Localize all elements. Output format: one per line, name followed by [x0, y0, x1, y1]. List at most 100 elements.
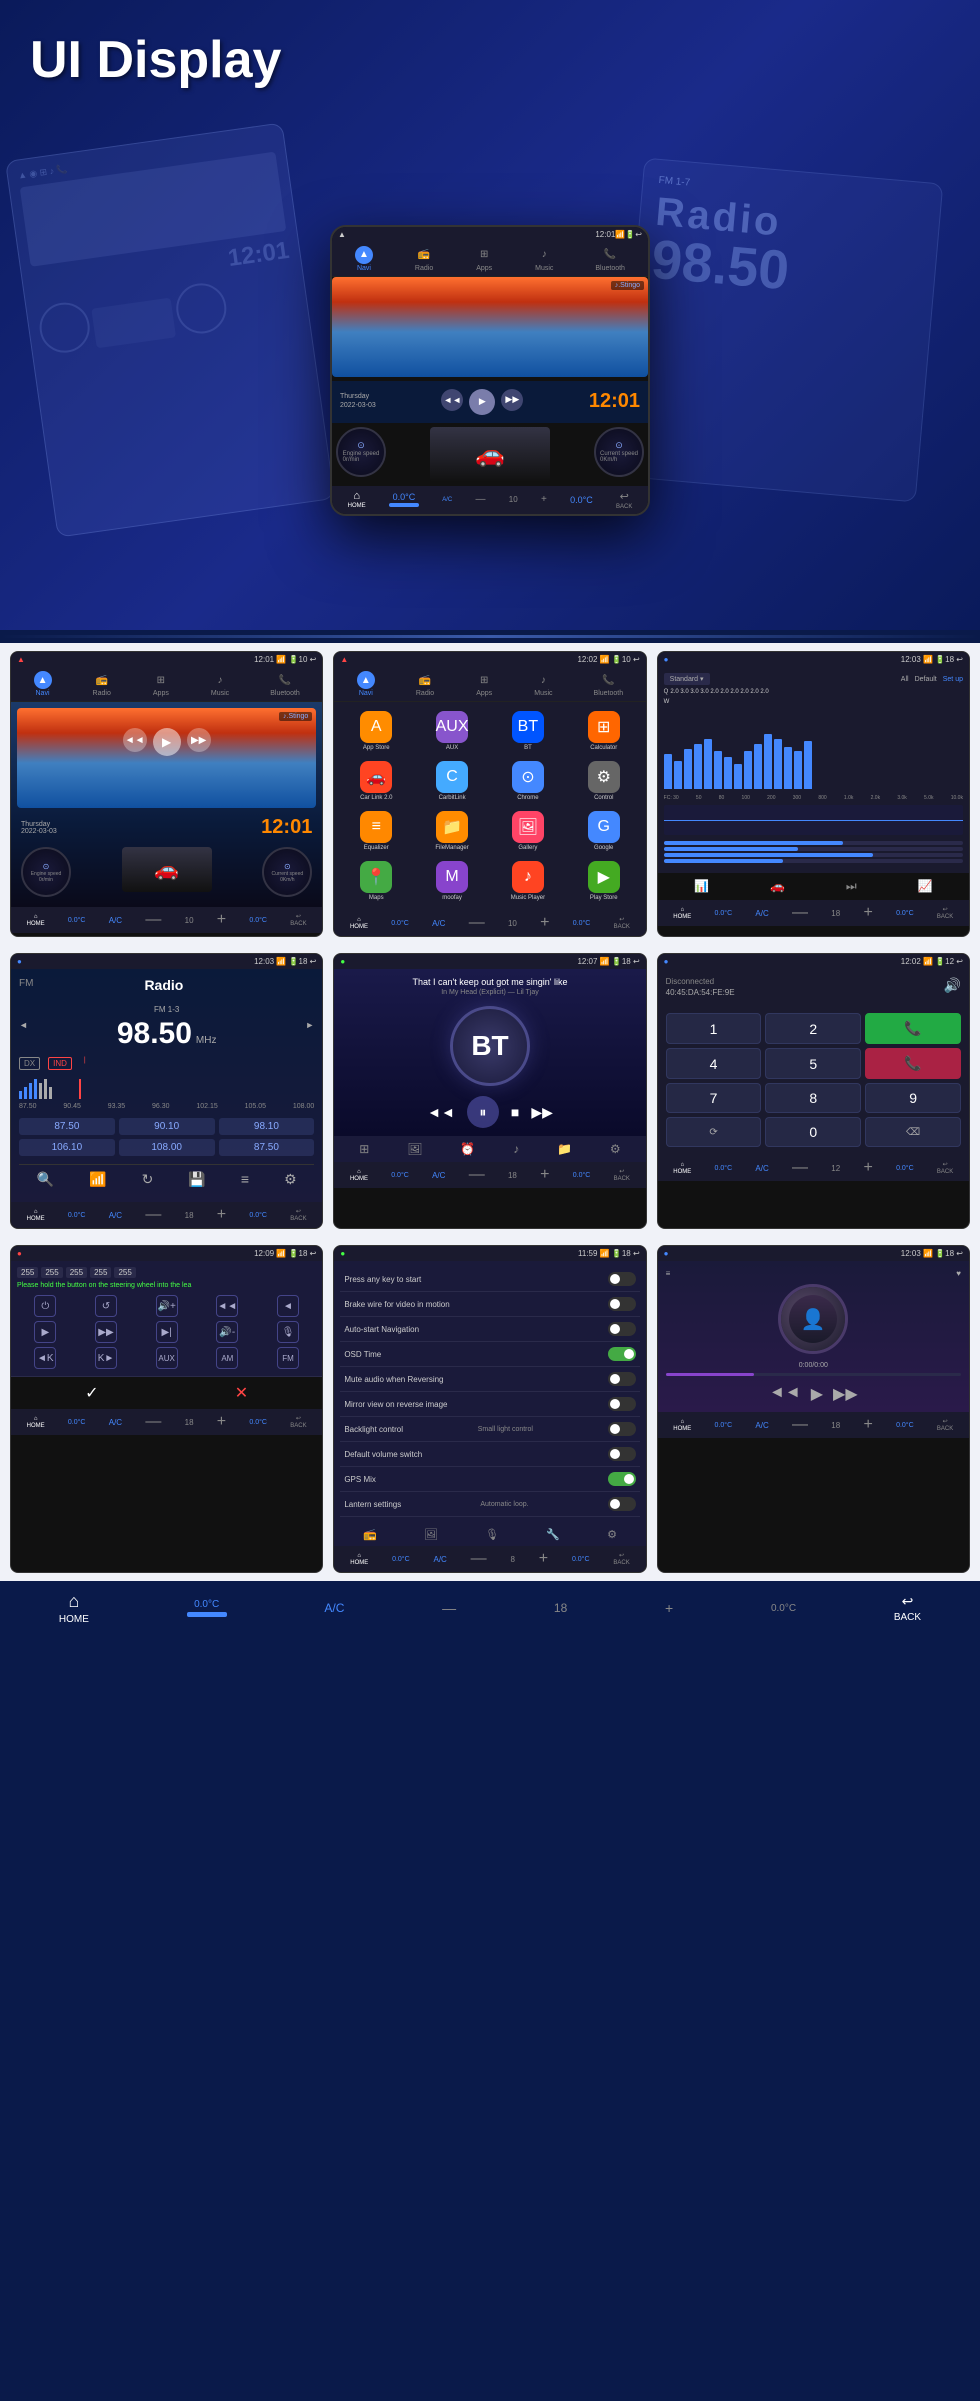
s3-minus[interactable]: —	[792, 904, 808, 922]
s1-next[interactable]: ▶▶	[187, 728, 211, 752]
steer-x[interactable]: ✕	[235, 1383, 248, 1403]
s9-bottom-back[interactable]: ↩ BACK	[937, 1418, 953, 1432]
s2-nav-music[interactable]: ♪ Music	[534, 671, 552, 697]
save-icon[interactable]: 💾	[188, 1171, 205, 1188]
s3-bottom-home[interactable]: ⌂ HOME	[673, 907, 691, 920]
app-filemanager[interactable]: 📁 FileManager	[416, 808, 488, 854]
s6-minus[interactable]: —	[792, 1159, 808, 1177]
toggle-osd[interactable]	[608, 1347, 636, 1361]
s6-bottom-back[interactable]: ↩ BACK	[937, 1161, 953, 1175]
app-google[interactable]: G Google	[568, 808, 640, 854]
s7-bottom-home[interactable]: ⌂ HOME	[27, 1416, 45, 1429]
key-call[interactable]: 📞	[865, 1013, 961, 1044]
s2-bottom-back[interactable]: ↩ BACK	[614, 916, 630, 930]
app-carbitlink[interactable]: C CarbitLink	[416, 758, 488, 804]
steer-fm[interactable]: FM	[260, 1347, 317, 1370]
footer-home[interactable]: ⌂ HOME	[59, 1591, 89, 1625]
bt-play-btn[interactable]: ⏸	[467, 1096, 499, 1128]
s1-play[interactable]: ▶	[153, 728, 181, 756]
s8-icon3[interactable]: 🎙	[485, 1528, 499, 1541]
freq-3[interactable]: 98.10	[219, 1118, 315, 1135]
footer-minus[interactable]: —	[442, 1600, 456, 1616]
s1-bottom-home[interactable]: ⌂ HOME	[27, 914, 45, 927]
s8-icon1[interactable]: 📻	[363, 1528, 377, 1541]
s3-plus[interactable]: +	[863, 904, 872, 922]
s4-prev-btn[interactable]: ◄	[19, 1020, 28, 1030]
bottom-minus[interactable]: —	[476, 494, 486, 505]
steer-refresh[interactable]: ↺	[78, 1295, 135, 1317]
s1-nav-radio[interactable]: 📻 Radio	[93, 671, 111, 697]
s2-nav-bt[interactable]: 📞 Bluetooth	[594, 671, 624, 697]
s8-icon4[interactable]: 🔧	[546, 1528, 560, 1541]
freq-1[interactable]: 87.50	[19, 1118, 115, 1135]
bottom-back[interactable]: ↩ BACK	[616, 490, 632, 510]
toggle-brake[interactable]	[608, 1297, 636, 1311]
steer-aux[interactable]: AUX	[138, 1347, 195, 1370]
key-4[interactable]: 4	[666, 1048, 762, 1079]
footer-back[interactable]: ↩ BACK	[894, 1593, 921, 1623]
steer-check[interactable]: ✓	[85, 1383, 98, 1403]
eq-icon-wave[interactable]: 📊	[694, 879, 709, 894]
app-control[interactable]: ⚙ Control	[568, 758, 640, 804]
s4-dx[interactable]: DX	[19, 1057, 40, 1070]
s8-minus[interactable]: —	[471, 1550, 487, 1568]
freq-2[interactable]: 90.10	[119, 1118, 215, 1135]
s9-minus[interactable]: —	[792, 1416, 808, 1434]
nav-radio[interactable]: 📻 Radio	[415, 246, 433, 272]
freq-4[interactable]: 106.10	[19, 1139, 115, 1156]
s7-minus[interactable]: —	[145, 1413, 161, 1431]
s1-minus[interactable]: —	[145, 911, 161, 929]
app-gallery[interactable]: 🖼 Gallery	[492, 808, 564, 854]
s4-bottom-home[interactable]: ⌂ HOME	[27, 1209, 45, 1222]
play-btn[interactable]: ▶	[469, 389, 495, 415]
nav-navi[interactable]: ▲ Navi	[355, 246, 373, 272]
m-prev[interactable]: ◄◄	[769, 1384, 801, 1404]
s8-plus[interactable]: +	[539, 1550, 548, 1568]
toggle-volume[interactable]	[608, 1447, 636, 1461]
nav-apps[interactable]: ⊞ Apps	[475, 246, 493, 272]
toggle-mute[interactable]	[608, 1372, 636, 1386]
bottom-home[interactable]: ⌂ HOME	[348, 490, 366, 509]
bt-prev-btn[interactable]: ◄◄	[427, 1104, 455, 1120]
prev-btn[interactable]: ◄◄	[441, 389, 463, 411]
steer-k2[interactable]: K►	[78, 1347, 135, 1370]
key-star[interactable]: ⟳	[666, 1117, 762, 1147]
app-calculator[interactable]: ⊞ Calculator	[568, 708, 640, 754]
key-8[interactable]: 8	[765, 1083, 861, 1113]
next-btn[interactable]: ▶▶	[501, 389, 523, 411]
app-moofay[interactable]: M moofay	[416, 858, 488, 904]
steer-k1[interactable]: ◄K	[17, 1347, 74, 1370]
toggle-autonav[interactable]	[608, 1322, 636, 1336]
footer-slider[interactable]	[187, 1612, 227, 1617]
s4-ind[interactable]: IND	[48, 1057, 72, 1070]
app-musicplayer[interactable]: ♪ Music Player	[492, 858, 564, 904]
app-aux[interactable]: AUX AUX	[416, 708, 488, 754]
freq-6[interactable]: 87.50	[219, 1139, 315, 1156]
s6-bottom-home[interactable]: ⌂ HOME	[673, 1162, 691, 1175]
app-equalizer[interactable]: ≡ Equalizer	[340, 808, 412, 854]
key-7[interactable]: 7	[666, 1083, 762, 1113]
s1-nav-bt[interactable]: 📞 Bluetooth	[270, 671, 300, 697]
key-5[interactable]: 5	[765, 1048, 861, 1079]
s4-bottom-back[interactable]: ↩ BACK	[290, 1208, 306, 1222]
steer-am[interactable]: AM	[199, 1347, 256, 1370]
s2-bottom-home[interactable]: ⌂ HOME	[350, 917, 368, 930]
toggle-mirror[interactable]	[608, 1397, 636, 1411]
eq-icon-car[interactable]: 🚗	[770, 879, 785, 894]
s7-plus[interactable]: +	[217, 1413, 226, 1431]
m-play[interactable]: ▶	[811, 1384, 823, 1404]
toggle-presskey[interactable]	[608, 1272, 636, 1286]
s2-minus[interactable]: —	[469, 914, 485, 932]
search-icon[interactable]: 🔍	[37, 1171, 54, 1188]
app-chrome[interactable]: ⊙ Chrome	[492, 758, 564, 804]
steer-fwdend[interactable]: ▶|	[138, 1321, 195, 1343]
s2-plus[interactable]: +	[540, 914, 549, 932]
steer-fwd[interactable]: ▶▶	[78, 1321, 135, 1343]
app-appstore[interactable]: A App Store	[340, 708, 412, 754]
key-0[interactable]: 0	[765, 1117, 861, 1147]
eq-icon-stats[interactable]: 📈	[918, 879, 933, 894]
signal-icon[interactable]: 📶	[89, 1171, 106, 1188]
toggle-gps[interactable]	[608, 1472, 636, 1486]
s4-next-btn[interactable]: ►	[305, 1020, 314, 1030]
s9-plus[interactable]: +	[863, 1416, 872, 1434]
